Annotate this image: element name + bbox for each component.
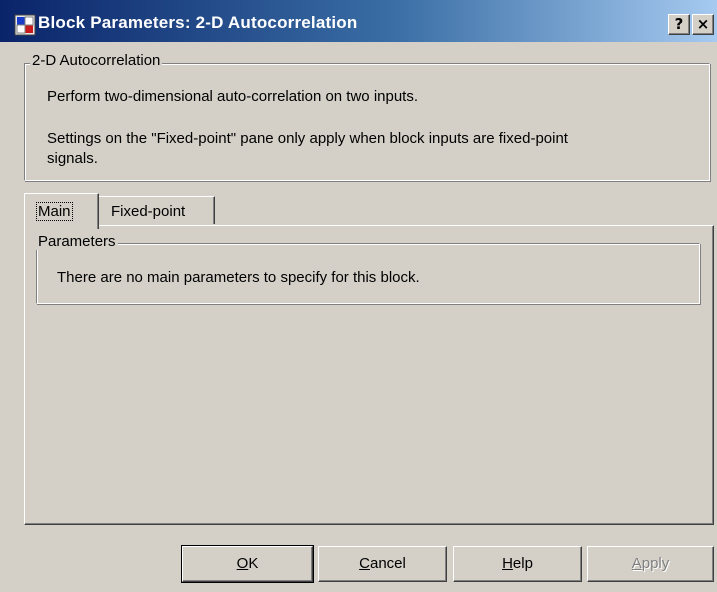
help-mnemonic: H xyxy=(502,555,513,572)
tab-main[interactable]: Main xyxy=(24,193,99,229)
cancel-mnemonic: C xyxy=(359,555,370,572)
help-button[interactable]: Help xyxy=(453,546,582,582)
title-bar[interactable]: Block Parameters: 2-D Autocorrelation ? … xyxy=(0,0,717,42)
ok-button[interactable]: OK xyxy=(181,545,314,583)
apply-mnemonic: A xyxy=(631,555,642,572)
ok-mnemonic: O xyxy=(236,555,249,572)
tab-main-label: Main xyxy=(36,202,73,221)
help-label: elp xyxy=(512,555,533,572)
tab-fixed-point[interactable]: Fixed-point xyxy=(98,196,215,224)
parameters-message: There are no main parameters to specify … xyxy=(57,269,420,286)
apply-button[interactable]: Apply xyxy=(587,546,714,582)
simulink-block-icon xyxy=(14,14,36,36)
description-text: Perform two-dimensional auto-correlation… xyxy=(47,88,419,105)
ok-label: K xyxy=(248,555,259,572)
close-button[interactable]: × xyxy=(692,14,714,35)
apply-label: pply xyxy=(641,555,670,572)
cancel-label: ancel xyxy=(369,555,406,572)
context-help-button[interactable]: ? xyxy=(668,14,690,35)
cancel-button[interactable]: Cancel xyxy=(318,546,447,582)
description-group xyxy=(24,63,710,181)
description-group-label: 2-D Autocorrelation xyxy=(30,52,163,69)
tab-fixed-point-label: Fixed-point xyxy=(111,203,186,220)
fixed-point-note-line2: signals. xyxy=(47,150,98,167)
window-title: Block Parameters: 2-D Autocorrelation xyxy=(38,13,358,32)
parameters-group-label: Parameters xyxy=(36,233,118,250)
fixed-point-note-line1: Settings on the "Fixed-point" pane only … xyxy=(47,130,568,147)
